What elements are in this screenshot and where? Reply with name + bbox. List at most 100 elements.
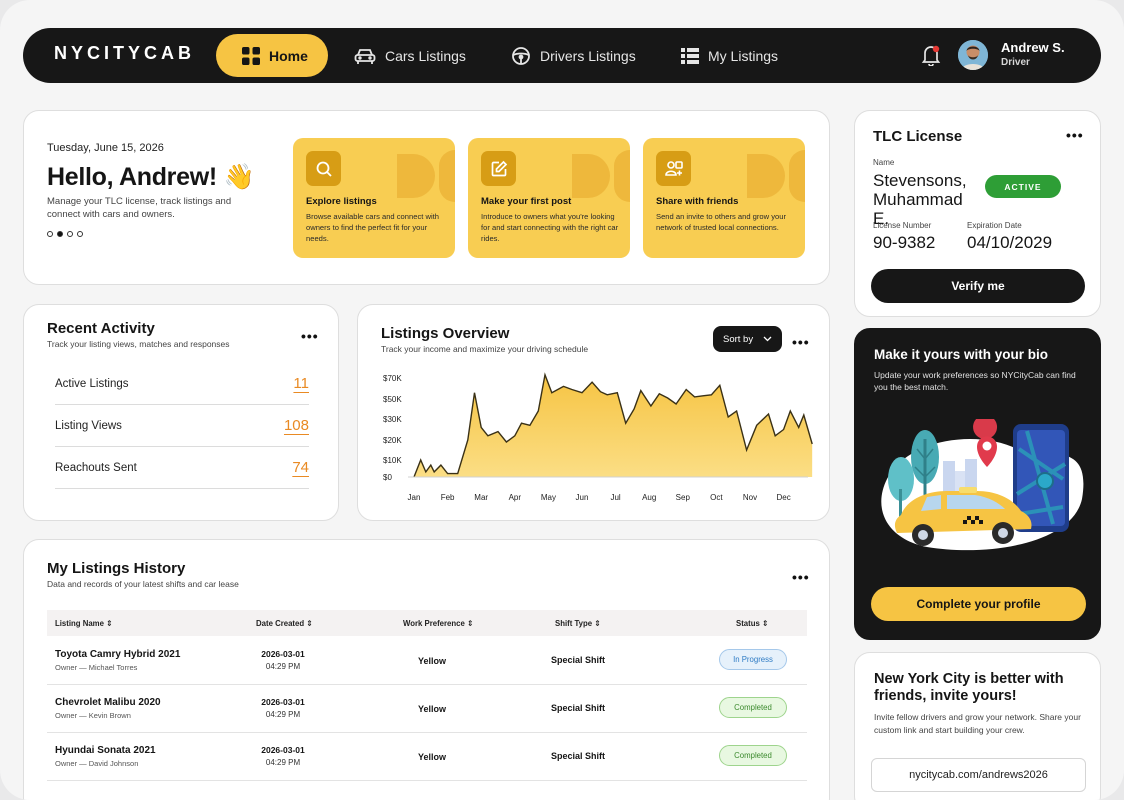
decorative-shape <box>397 154 435 198</box>
nav-cars-listings[interactable]: Cars Listings <box>354 34 466 77</box>
column-header-status[interactable]: Status ⇕ <box>736 619 769 628</box>
activity-value[interactable]: 74 <box>292 459 309 476</box>
decorative-shape <box>572 154 610 198</box>
listing-owner: Owner — Michael Torres <box>55 663 138 672</box>
more-options-icon[interactable]: ••• <box>1066 128 1084 142</box>
notification-bell-icon[interactable] <box>921 44 941 71</box>
status-badge: Completed <box>719 745 787 766</box>
listing-name: Hyundai Sonata 2021 <box>55 745 156 756</box>
invite-link-field[interactable]: nycitycab.com/andrews2026 <box>871 758 1086 792</box>
column-header-work-preference[interactable]: Work Preference ⇕ <box>403 619 474 628</box>
promo-share-friends[interactable]: Share with friends Send an invite to oth… <box>643 138 805 258</box>
tlc-license-card: TLC License ••• Name Stevensons, Muhamma… <box>854 110 1101 317</box>
pager-dot[interactable] <box>47 231 53 237</box>
column-header-date-created[interactable]: Date Created ⇕ <box>256 619 313 628</box>
recent-activity-subtitle: Track your listing views, matches and re… <box>47 339 230 349</box>
promo-description: Introduce to owners what you're looking … <box>481 212 619 243</box>
search-icon <box>306 151 341 186</box>
logo[interactable]: NYCITYCAB <box>54 43 195 64</box>
table-header: Listing Name ⇕ Date Created ⇕ Work Prefe… <box>47 610 807 636</box>
listing-name: Toyota Camry Hybrid 2021 <box>55 649 181 660</box>
shift-type: Special Shift <box>551 703 606 713</box>
column-label: Date Created <box>256 619 305 628</box>
edit-icon <box>481 151 516 186</box>
y-tick-label: $0 <box>383 473 392 482</box>
status-badge: Completed <box>719 697 787 718</box>
recent-activity-card: Recent Activity Track your listing views… <box>23 304 339 521</box>
promo-description: Browse available cars and connect with o… <box>306 212 439 243</box>
pager-dot[interactable] <box>77 231 83 237</box>
date-created: 2026-03-01 <box>261 697 305 707</box>
column-header-shift-type[interactable]: Shift Type ⇕ <box>555 619 601 628</box>
work-preference: Yellow <box>418 656 447 666</box>
y-tick-label: $70K <box>383 374 402 383</box>
promo-first-post[interactable]: Make your first post Introduce to owners… <box>468 138 630 258</box>
column-header-listing-name[interactable]: Listing Name ⇕ <box>55 619 113 628</box>
column-label: Work Preference <box>403 619 465 628</box>
nav-my-listings-label: My Listings <box>708 47 779 64</box>
nav-home[interactable]: Home <box>216 34 328 77</box>
time-created: 04:29 PM <box>265 758 301 767</box>
activity-value[interactable]: 108 <box>284 417 309 434</box>
name-label: Name <box>873 158 895 167</box>
x-tick-label: Aug <box>642 493 656 502</box>
table-row[interactable]: Chevrolet Malibu 2020 Owner — Kevin Brow… <box>47 685 807 733</box>
activity-row-reachouts-sent[interactable]: Reachouts Sent 74 <box>55 447 309 489</box>
shift-type: Special Shift <box>551 655 606 665</box>
bio-subtitle: Update your work preferences so NYCityCa… <box>874 370 1076 392</box>
activity-value[interactable]: 11 <box>293 375 309 392</box>
y-tick-label: $30K <box>383 415 402 424</box>
invite-friends-card: New York City is better with friends, in… <box>854 652 1101 800</box>
listings-overview-card: Listings Overview Track your income and … <box>357 304 830 521</box>
shift-type: Special Shift <box>551 751 606 761</box>
x-tick-label: Jun <box>576 493 589 502</box>
share-users-icon <box>656 151 691 186</box>
car-icon <box>354 47 376 65</box>
recent-activity-title: Recent Activity <box>47 320 155 337</box>
pager-dot[interactable] <box>67 231 73 237</box>
y-tick-label: $20K <box>383 436 402 445</box>
bio-title: Make it yours with your bio <box>874 347 1049 362</box>
column-label: Status <box>736 619 760 628</box>
x-tick-label: Dec <box>776 493 790 502</box>
pager-dot-active[interactable] <box>57 231 63 237</box>
promo-description: Send an invite to others and grow your n… <box>656 212 787 232</box>
x-tick-label: May <box>541 493 556 502</box>
income-area-chart: $70K $50K $30K $20K $10K $0 Jan Feb Mar Apr May Jun… <box>383 372 813 502</box>
current-date: Tuesday, June 15, 2026 <box>47 142 164 154</box>
nav-drivers-listings[interactable]: Drivers Listings <box>511 34 636 77</box>
avatar[interactable] <box>958 40 988 70</box>
listings-history-card: My Listings History Data and records of … <box>23 539 830 800</box>
x-tick-label: Mar <box>474 493 488 502</box>
table-row[interactable]: Toyota Camry Hybrid 2021 Owner — Michael… <box>47 637 807 685</box>
expiration-date-label: Expiration Date <box>967 221 1022 230</box>
column-label: Listing Name <box>55 619 104 628</box>
top-navbar: NYCITYCAB Home Cars Listings Drivers Lis… <box>23 28 1101 83</box>
more-options-icon[interactable]: ••• <box>301 329 319 343</box>
nav-cars-label: Cars Listings <box>385 47 466 64</box>
x-tick-label: Oct <box>710 493 723 502</box>
more-options-icon[interactable]: ••• <box>792 570 810 584</box>
table-row[interactable]: Hyundai Sonata 2021 Owner — David Johnso… <box>47 733 807 781</box>
column-label: Shift Type <box>555 619 593 628</box>
x-tick-label: Jul <box>610 493 620 502</box>
carousel-pager <box>47 231 83 237</box>
nav-my-listings[interactable]: My Listings <box>681 34 778 77</box>
date-created: 2026-03-01 <box>261 745 305 755</box>
promo-explore-listings[interactable]: Explore listings Browse available cars a… <box>293 138 455 258</box>
x-tick-label: Feb <box>441 493 455 502</box>
promo-title: Make your first post <box>481 196 572 207</box>
verify-button[interactable]: Verify me <box>871 269 1085 303</box>
activity-row-active-listings[interactable]: Active Listings 11 <box>55 363 309 405</box>
invite-title: New York City is better with friends, in… <box>874 671 1064 704</box>
x-tick-label: Apr <box>509 493 522 502</box>
history-title: My Listings History <box>47 560 186 577</box>
complete-profile-button[interactable]: Complete your profile <box>871 587 1086 621</box>
activity-row-listing-views[interactable]: Listing Views 108 <box>55 405 309 447</box>
expiration-date: 04/10/2029 <box>967 233 1053 252</box>
welcome-card: Tuesday, June 15, 2026 Hello, Andrew! 👋 … <box>23 110 830 285</box>
y-tick-label: $50K <box>383 395 402 404</box>
steering-wheel-icon <box>511 46 531 66</box>
decorative-shape <box>789 150 805 202</box>
history-subtitle: Data and records of your latest shifts a… <box>47 579 239 589</box>
